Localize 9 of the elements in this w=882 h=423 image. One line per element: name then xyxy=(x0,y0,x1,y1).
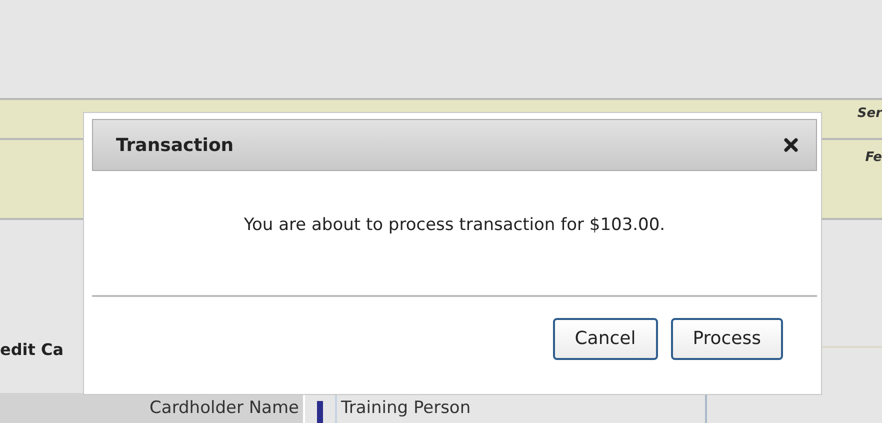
close-icon[interactable] xyxy=(784,138,798,152)
dialog-message: You are about to process transaction for $103.00. xyxy=(244,215,666,235)
dialog-title: Transaction xyxy=(116,134,234,158)
field-label: Cardholder Name xyxy=(0,393,305,423)
section-title: edit Ca xyxy=(0,339,64,361)
column-header: Fe xyxy=(865,149,882,167)
dialog-button[interactable]: Process xyxy=(670,318,783,360)
dialog-button[interactable]: Cancel xyxy=(552,318,658,360)
required-marker xyxy=(317,401,323,423)
